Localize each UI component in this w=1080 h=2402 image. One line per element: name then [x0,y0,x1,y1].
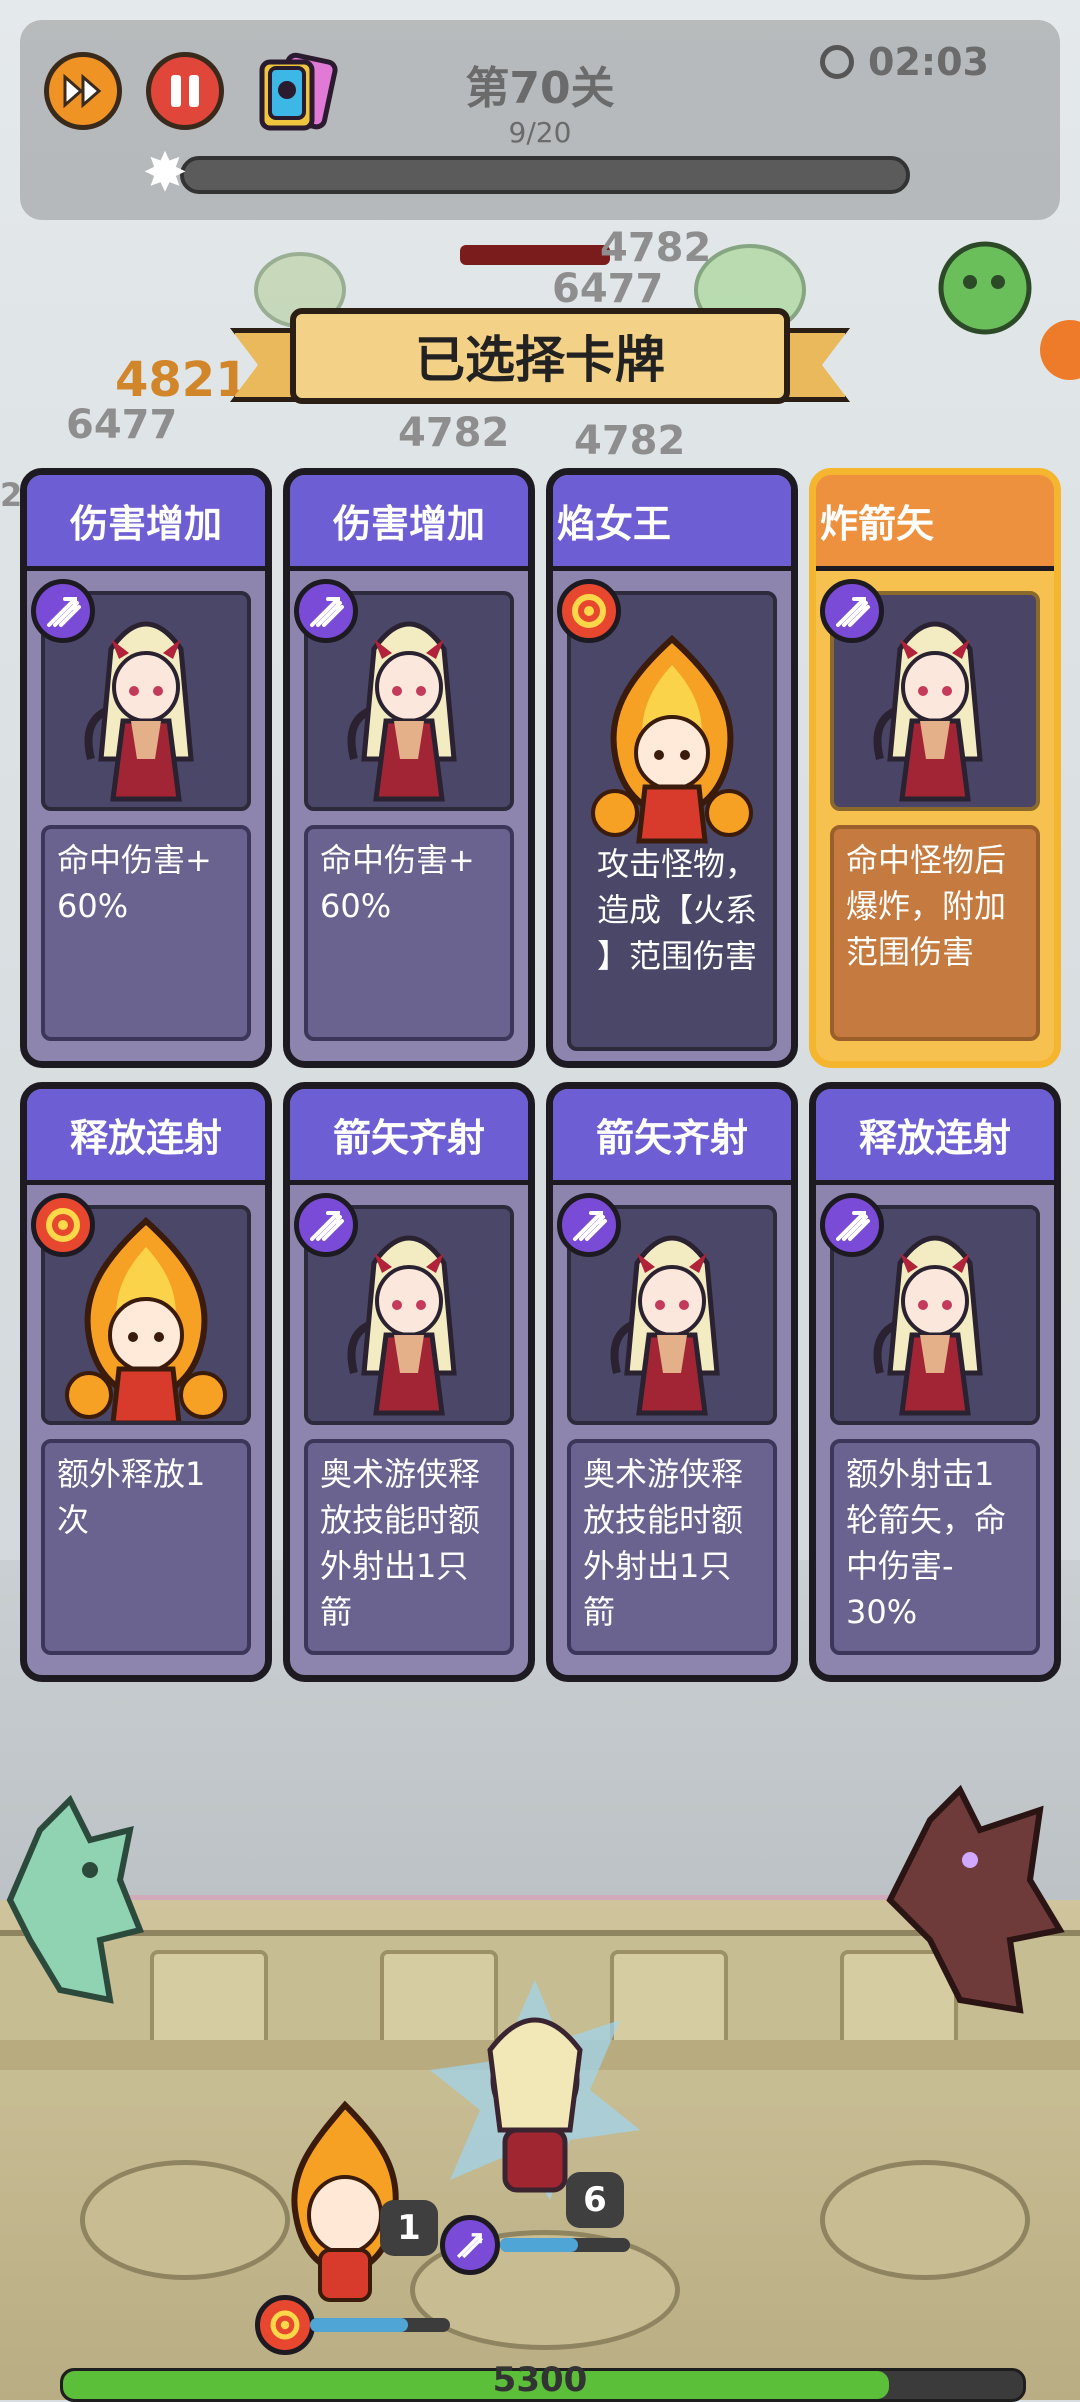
ranger-figure [347,621,457,802]
flame-queen-portrait: 攻击怪物， 造成【火系 】范围伤害 [567,591,777,1051]
card-description: 额外释放1 次 [41,1439,251,1655]
card-description: 命中怪物后 爆炸，附加 范围伤害 [830,825,1040,1041]
clock-icon [820,45,854,79]
arrow-badge-icon [820,579,884,643]
damage-number: 4782 [574,418,686,464]
enemy-slime-icon [938,241,1032,335]
skill-card-7[interactable]: 箭矢齐射 奥术游侠释 放技能时额 外射出1只箭 [546,1082,798,1682]
skill-card-4[interactable]: 炸箭矢 命中怪物后 爆炸，附加 范围伤害 [809,468,1061,1068]
card-title: 焰女王 [553,475,791,571]
ranger-figure [873,1235,983,1416]
hero-platform [80,2160,290,2280]
flame-queen-figure [591,635,753,844]
card-description: 奥术游侠释 放技能时额 外射出1只箭 [567,1439,777,1655]
arrow-badge-icon [440,2215,500,2275]
card-title: 伤害增加 [27,475,265,571]
fire-badge-icon [557,579,621,643]
skill-card-8[interactable]: 释放连射 额外射击1 轮箭矢，命 中伤害- 30% [809,1082,1061,1682]
banner-title: 已选择卡牌 [290,308,790,404]
ranger-energy-bar [500,2238,630,2252]
card-description: 命中伤害+ 60% [304,825,514,1041]
card-title: 释放连射 [816,1089,1054,1185]
arrow-badge-icon [31,579,95,643]
skill-card-1[interactable]: 伤害增加 命中伤害+ 60% [20,468,272,1068]
flame-queen-energy-bar [310,2318,450,2332]
arrow-badge-icon [294,579,358,643]
ranger-figure [84,621,194,802]
arrow-badge-icon [294,1193,358,1257]
damage-number: 4821 [115,352,249,408]
fire-badge-icon [31,1193,95,1257]
arrow-badge-icon [820,1193,884,1257]
card-title: 箭矢齐射 [290,1089,528,1185]
card-title: 炸箭矢 [816,475,1054,571]
card-title: 释放连射 [27,1089,265,1185]
ranger-level: 6 [566,2172,624,2228]
hero-platform [820,2160,1030,2280]
card-description: 攻击怪物， 造成【火系 】范围伤害 [597,845,758,975]
ranger-figure [610,1235,720,1416]
card-title: 伤害增加 [290,475,528,571]
game-timer: 02:03 [820,40,989,84]
timer-value: 02:03 [868,40,989,84]
card-title: 箭矢齐射 [553,1089,791,1185]
fire-effect-icon [1040,320,1080,380]
card-description: 额外射击1 轮箭矢，命 中伤害- 30% [830,1439,1040,1655]
card-description: 奥术游侠释 放技能时额 外射出1只箭 [304,1439,514,1655]
skill-card-6[interactable]: 箭矢齐射 奥术游侠释 放技能时额 外射出1只箭 [283,1082,535,1682]
card-description: 命中伤害+ 60% [41,825,251,1041]
skill-card-5[interactable]: 释放连射 额外释放1 次 [20,1082,272,1682]
damage-number: 4782 [600,225,712,271]
wave-progress-bar [180,156,910,194]
enemy-hp-bar [460,245,610,265]
arrow-badge-icon [557,1193,621,1257]
base-hp-value: 5300 [492,2360,588,2400]
flame-queen-figure [65,1217,227,1421]
fire-badge-icon [255,2295,315,2355]
star-icon: ✸ [142,141,188,204]
damage-number: 6477 [552,266,664,312]
selected-cards-banner: 已选择卡牌 [230,308,850,404]
skill-card-2[interactable]: 伤害增加 命中伤害+ 60% [283,468,535,1068]
damage-number: 4782 [398,410,510,456]
skill-card-3[interactable]: 焰女王 攻击怪物， 造成【火系 】范围伤害 [546,468,798,1068]
dark-dragon-icon [886,1784,1065,2014]
green-dragon-icon [6,1794,145,2004]
damage-number: 6477 [66,402,178,448]
ranger-figure [347,1235,457,1416]
ranger-figure [873,621,983,802]
